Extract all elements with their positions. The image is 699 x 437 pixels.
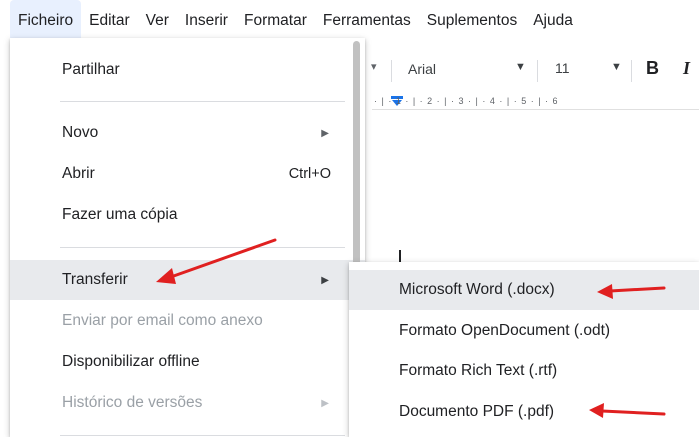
chevron-right-icon: ▶: [321, 274, 329, 286]
menu-item-label: Abrir: [62, 165, 95, 182]
menu-ferramentas[interactable]: Ferramentas: [315, 0, 419, 40]
font-family-select[interactable]: Arial: [408, 61, 436, 77]
menu-item-fazer-copia[interactable]: Fazer uma cópia: [10, 195, 365, 235]
menu-formatar[interactable]: Formatar: [236, 0, 315, 40]
chevron-down-icon[interactable]: ▼: [611, 61, 622, 73]
menu-item-label: Histórico de versões: [62, 394, 203, 411]
toolbar-divider: [391, 60, 392, 82]
submenu-item-label: Documento PDF (.pdf): [399, 403, 555, 420]
download-submenu: Microsoft Word (.docx) Formato OpenDocum…: [349, 262, 699, 437]
chevron-right-icon: ▶: [321, 397, 329, 409]
submenu-item-pdf[interactable]: Documento PDF (.pdf): [349, 392, 699, 432]
menu-item-label: Fazer uma cópia: [62, 206, 178, 223]
menu-item-enviar-email: Enviar por email como anexo: [10, 301, 365, 341]
toolbar-divider: [537, 60, 538, 82]
submenu-item-odt[interactable]: Formato OpenDocument (.odt): [349, 311, 699, 351]
file-menu: Partilhar Novo ▶ Abrir Ctrl+O Fazer uma …: [10, 38, 365, 437]
chevron-down-icon[interactable]: ▼: [515, 61, 526, 73]
chevron-right-icon: ▶: [321, 127, 329, 139]
menu-suplementos[interactable]: Suplementos: [419, 0, 525, 40]
submenu-item-label: Microsoft Word (.docx): [399, 281, 555, 298]
toolbar-divider: [631, 60, 632, 82]
menu-item-novo[interactable]: Novo ▶: [10, 113, 365, 153]
menu-ajuda[interactable]: Ajuda: [525, 0, 581, 40]
submenu-item-label: Formato OpenDocument (.odt): [399, 322, 611, 339]
menu-divider: [60, 247, 345, 248]
menu-item-label: Disponibilizar offline: [62, 353, 200, 370]
menu-divider: [60, 435, 345, 436]
ruler-ticks: · | · 1 · | · 2 · | · 3 · | · 4 · | · 5 …: [374, 96, 559, 106]
submenu-item-rtf[interactable]: Formato Rich Text (.rtf): [349, 351, 699, 391]
submenu-item-label: Formato Rich Text (.rtf): [399, 362, 558, 379]
menu-editar[interactable]: Editar: [81, 0, 138, 40]
menu-item-transferir[interactable]: Transferir ▶: [10, 260, 365, 300]
menu-item-abrir[interactable]: Abrir Ctrl+O: [10, 154, 365, 194]
italic-button[interactable]: I: [683, 58, 690, 79]
menu-item-partilhar[interactable]: Partilhar: [10, 50, 365, 90]
menu-ficheiro[interactable]: Ficheiro: [10, 0, 82, 40]
menu-item-disponibilizar-offline[interactable]: Disponibilizar offline: [10, 342, 365, 382]
menu-item-label: Transferir: [62, 271, 128, 288]
menu-item-label: Partilhar: [62, 61, 120, 78]
shortcut-label: Ctrl+O: [288, 166, 331, 182]
menu-bar: Ficheiro Editar Ver Inserir Formatar Fer…: [0, 0, 699, 40]
menu-item-label: Novo: [62, 124, 99, 141]
menu-divider: [60, 101, 345, 102]
toolbar: Arial ▼ 11 ▼ B I: [355, 52, 699, 88]
submenu-item-docx[interactable]: Microsoft Word (.docx): [349, 270, 699, 310]
font-size-input[interactable]: 11: [555, 60, 570, 76]
menu-inserir[interactable]: Inserir: [177, 0, 236, 40]
bold-button[interactable]: B: [646, 58, 659, 79]
menu-item-historico-versoes: Histórico de versões ▶: [10, 383, 365, 423]
menu-ver[interactable]: Ver: [138, 0, 177, 40]
ruler: · | · 1 · | · 2 · | · 3 · | · 4 · | · 5 …: [372, 96, 699, 110]
menu-item-label: Enviar por email como anexo: [62, 312, 263, 329]
